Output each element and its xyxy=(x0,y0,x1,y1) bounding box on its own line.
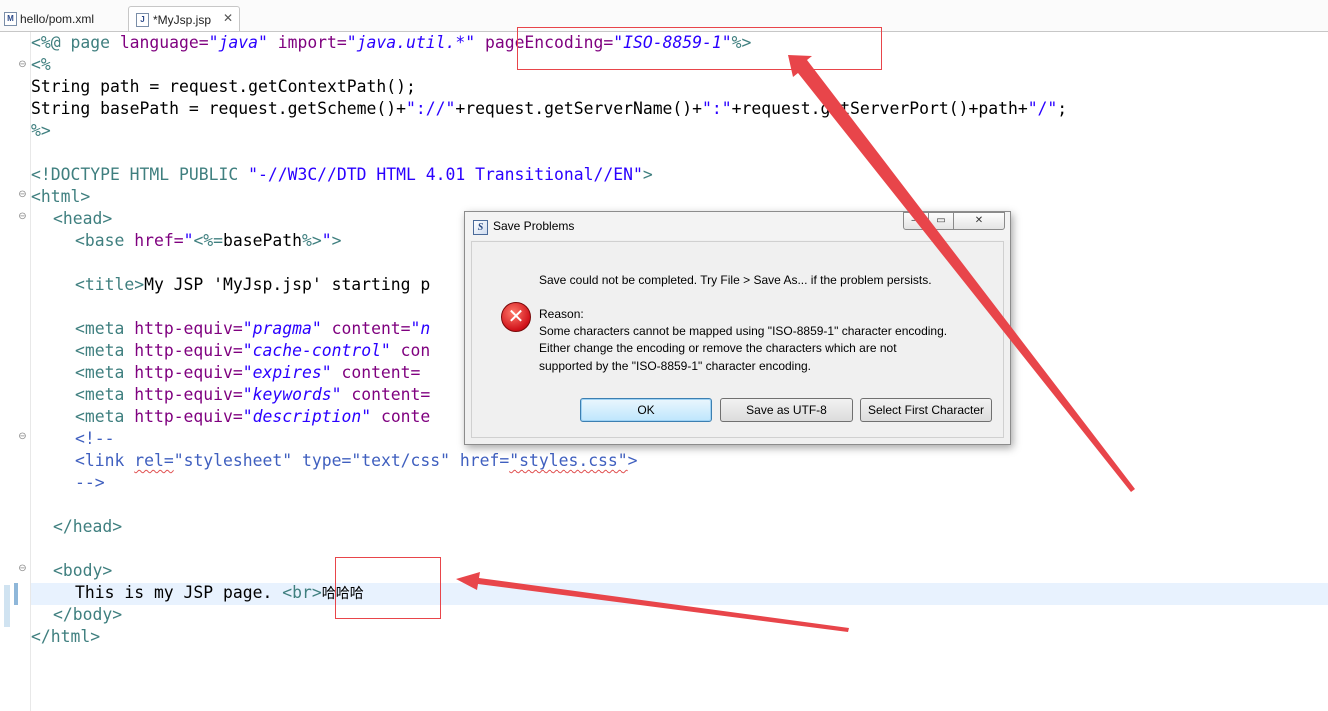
reason-label: Reason: xyxy=(539,307,584,321)
code-line: <meta http-equiv="cache-control" con xyxy=(75,341,431,360)
tab-label: *MyJsp.jsp xyxy=(153,13,212,27)
annotation-box-encoding xyxy=(517,27,882,70)
close-icon[interactable]: ✕ xyxy=(223,11,233,25)
current-line-marker xyxy=(14,583,18,605)
select-first-character-button[interactable]: Select First Character xyxy=(860,398,992,422)
fold-collapse-icon[interactable]: ⊖ xyxy=(17,190,28,201)
code-line: <!DOCTYPE HTML PUBLIC "-//W3C//DTD HTML … xyxy=(31,165,653,184)
close-button[interactable]: ✕ xyxy=(953,212,1005,230)
error-message: Save could not be completed. Try File > … xyxy=(539,273,932,287)
jsp-file-icon: J xyxy=(136,13,149,27)
code-line: %> xyxy=(31,121,51,140)
ok-button[interactable]: OK xyxy=(580,398,712,422)
code-line: String path = request.getContextPath(); xyxy=(31,77,416,96)
code-line: This is my JSP page. <br>哈哈哈 xyxy=(75,583,364,602)
fold-collapse-icon[interactable]: ⊖ xyxy=(17,212,28,223)
maven-file-icon: M xyxy=(4,12,17,26)
code-line: </body> xyxy=(53,605,123,624)
code-line: <meta http-equiv="expires" content= xyxy=(75,363,421,382)
code-line: </html> xyxy=(31,627,101,646)
code-line: <link rel="stylesheet" type="text/css" h… xyxy=(75,451,638,470)
reason-line: Either change the encoding or remove the… xyxy=(539,341,897,355)
maximize-button[interactable]: ▭ xyxy=(928,212,954,230)
save-problems-dialog: S Save Problems — ▭ ✕ ✕ Save could not b… xyxy=(464,211,1011,445)
code-line: <head> xyxy=(53,209,113,228)
window-controls: — ▭ ✕ xyxy=(903,212,1007,232)
dialog-title-bar[interactable]: S Save Problems — ▭ ✕ xyxy=(465,212,1010,240)
tab-myjsp[interactable]: J *MyJsp.jsp ✕ xyxy=(128,6,240,32)
fold-collapse-icon[interactable]: ⊖ xyxy=(17,564,28,575)
code-line: <meta http-equiv="pragma" content="n xyxy=(75,319,431,338)
dialog-title: Save Problems xyxy=(493,219,575,233)
code-line: </head> xyxy=(53,517,123,536)
save-as-utf8-button[interactable]: Save as UTF-8 xyxy=(720,398,853,422)
tab-label: hello/pom.xml xyxy=(20,12,95,26)
eclipse-icon: S xyxy=(473,220,488,235)
fold-collapse-icon[interactable]: ⊖ xyxy=(17,432,28,443)
code-line: <meta http-equiv="keywords" content= xyxy=(75,385,431,404)
code-line: <html> xyxy=(31,187,91,206)
minimize-button[interactable]: — xyxy=(903,212,929,230)
reason-line: Some characters cannot be mapped using "… xyxy=(539,324,948,338)
change-marker xyxy=(4,585,10,627)
code-line: <base href="<%=basePath%>"> xyxy=(75,231,342,250)
code-line: --> xyxy=(75,473,105,492)
code-line: <!-- xyxy=(75,429,115,448)
code-line: <% xyxy=(31,55,51,74)
folding-ruler xyxy=(16,32,31,711)
code-line: <meta http-equiv="description" conte xyxy=(75,407,431,426)
error-icon: ✕ xyxy=(501,302,531,332)
code-line: String basePath = request.getScheme()+":… xyxy=(31,99,1068,118)
fold-collapse-icon[interactable]: ⊖ xyxy=(17,60,28,71)
tab-pom-xml[interactable]: M hello/pom.xml xyxy=(2,7,128,31)
code-line: <title>My JSP 'MyJsp.jsp' starting p xyxy=(75,275,431,294)
annotation-box-chinese-text xyxy=(335,557,441,619)
code-line: <body> xyxy=(53,561,113,580)
reason-line: supported by the "ISO-8859-1" character … xyxy=(539,359,812,373)
